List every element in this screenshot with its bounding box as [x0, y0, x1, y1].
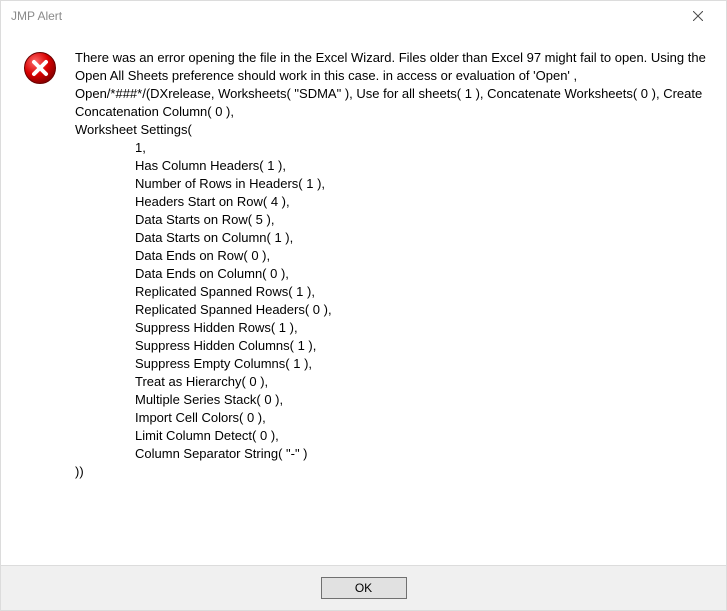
window-title: JMP Alert — [11, 9, 678, 23]
ok-button[interactable]: OK — [321, 577, 407, 599]
icon-column — [23, 49, 75, 561]
worksheet-setting-line: Multiple Series Stack( 0 ), — [75, 391, 706, 409]
worksheet-setting-line: Data Starts on Row( 5 ), — [75, 211, 706, 229]
worksheet-setting-line: Treat as Hierarchy( 0 ), — [75, 373, 706, 391]
close-button[interactable] — [678, 2, 718, 30]
message-intro: There was an error opening the file in t… — [75, 49, 706, 121]
worksheet-setting-line: Has Column Headers( 1 ), — [75, 157, 706, 175]
worksheet-setting-line: 1, — [75, 139, 706, 157]
dialog-content: There was an error opening the file in t… — [1, 31, 726, 565]
error-icon — [23, 51, 57, 85]
worksheet-setting-line: Headers Start on Row( 4 ), — [75, 193, 706, 211]
titlebar: JMP Alert — [1, 1, 726, 31]
worksheet-setting-line: Suppress Hidden Rows( 1 ), — [75, 319, 706, 337]
message-text: There was an error opening the file in t… — [75, 49, 706, 561]
worksheet-setting-line: Data Starts on Column( 1 ), — [75, 229, 706, 247]
worksheet-setting-line: Limit Column Detect( 0 ), — [75, 427, 706, 445]
worksheet-setting-line: Replicated Spanned Rows( 1 ), — [75, 283, 706, 301]
worksheet-setting-line: Suppress Hidden Columns( 1 ), — [75, 337, 706, 355]
worksheet-setting-line: Column Separator String( "-" ) — [75, 445, 706, 463]
worksheet-setting-line: Import Cell Colors( 0 ), — [75, 409, 706, 427]
worksheet-setting-line: Data Ends on Row( 0 ), — [75, 247, 706, 265]
close-icon — [693, 11, 703, 21]
worksheet-settings-lines: 1,Has Column Headers( 1 ),Number of Rows… — [75, 139, 706, 463]
worksheet-settings-header: Worksheet Settings( — [75, 121, 706, 139]
worksheet-setting-line: Replicated Spanned Headers( 0 ), — [75, 301, 706, 319]
worksheet-setting-line: Number of Rows in Headers( 1 ), — [75, 175, 706, 193]
message-closing: )) — [75, 463, 706, 481]
alert-dialog: JMP Alert — [0, 0, 727, 611]
worksheet-setting-line: Data Ends on Column( 0 ), — [75, 265, 706, 283]
worksheet-setting-line: Suppress Empty Columns( 1 ), — [75, 355, 706, 373]
dialog-footer: OK — [1, 565, 726, 610]
